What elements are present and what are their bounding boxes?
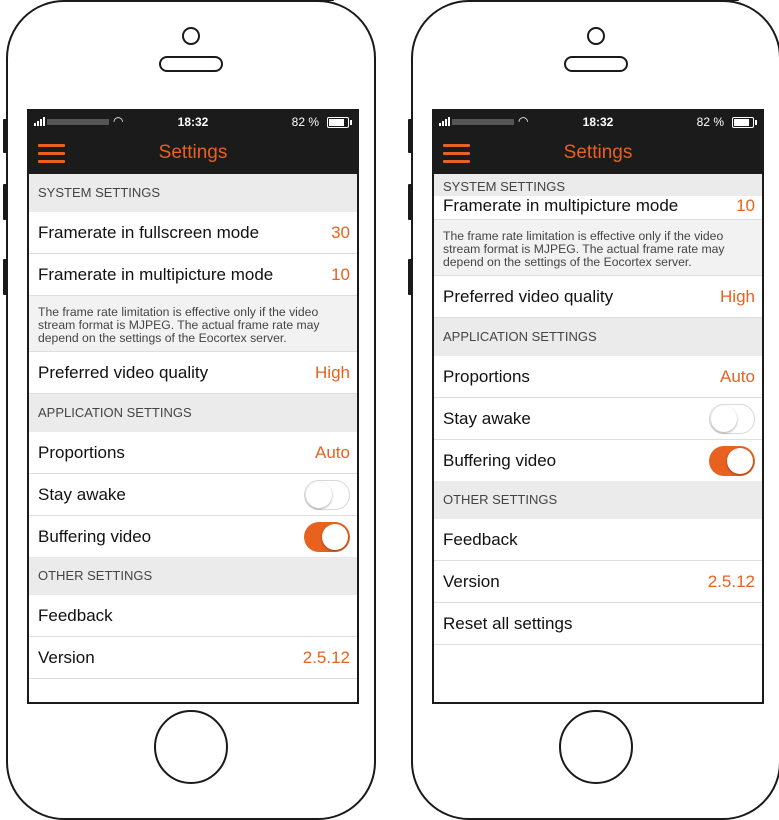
battery-percent: 82 %	[696, 115, 724, 129]
phone-frame-right: ◠ 18:32 82 % Settings SYSTEM SETTINGS Fr…	[408, 0, 779, 820]
section-header-system: SYSTEM SETTINGS	[29, 174, 357, 212]
power-button	[272, 0, 334, 1]
battery-icon	[732, 117, 757, 128]
setting-label: Framerate in multipicture mode	[443, 196, 679, 215]
setting-label: Version	[443, 571, 500, 591]
volume-down-button	[3, 259, 7, 295]
setting-label: Version	[38, 647, 95, 667]
setting-value: High	[315, 362, 350, 382]
buffering-video-toggle[interactable]	[304, 521, 350, 552]
setting-label: Proportions	[443, 366, 530, 386]
setting-buffering-video: Buffering video	[29, 516, 357, 557]
page-title: Settings	[158, 142, 228, 163]
setting-label: Preferred video quality	[443, 286, 614, 306]
section-header-application: APPLICATION SETTINGS	[29, 394, 357, 432]
mute-switch	[408, 119, 412, 153]
setting-framerate-multipicture[interactable]: Framerate in multipicture mode 10	[434, 196, 762, 220]
setting-reset-all[interactable]: Reset all settings	[434, 603, 762, 645]
earpiece-speaker	[564, 56, 628, 72]
setting-value: 10	[331, 264, 350, 284]
setting-label: Feedback	[443, 529, 518, 549]
setting-video-quality[interactable]: Preferred video quality High	[29, 352, 357, 394]
section-header-other: OTHER SETTINGS	[434, 481, 762, 519]
setting-version: Version 2.5.12	[434, 561, 762, 603]
setting-value: 10	[736, 196, 755, 215]
setting-framerate-fullscreen[interactable]: Framerate in fullscreen mode 30	[29, 212, 357, 254]
setting-value: 2.5.12	[302, 647, 350, 667]
power-button	[677, 0, 739, 1]
section-header-application: APPLICATION SETTINGS	[434, 318, 762, 356]
setting-buffering-video: Buffering video	[434, 440, 762, 481]
nav-bar: Settings	[434, 133, 762, 174]
home-button[interactable]	[559, 710, 633, 784]
setting-label: Stay awake	[443, 408, 531, 428]
setting-label: Feedback	[38, 605, 113, 625]
setting-label: Buffering video	[38, 526, 152, 546]
front-camera	[182, 27, 200, 45]
nav-bar: Settings	[29, 133, 357, 174]
setting-stay-awake: Stay awake	[434, 398, 762, 440]
setting-value: Auto	[315, 442, 350, 462]
app-screen: ◠ 18:32 82 % Settings SYSTEM SETTINGS Fr…	[27, 109, 359, 704]
volume-up-button	[3, 184, 7, 220]
section-header-other: OTHER SETTINGS	[29, 557, 357, 595]
volume-up-button	[408, 184, 412, 220]
setting-label: Framerate in multipicture mode	[38, 264, 274, 284]
setting-value: High	[720, 286, 755, 306]
status-bar: ◠ 18:32 82 %	[29, 111, 357, 133]
battery-percent: 82 %	[291, 115, 319, 129]
app-screen: ◠ 18:32 82 % Settings SYSTEM SETTINGS Fr…	[432, 109, 764, 704]
setting-label: Framerate in fullscreen mode	[38, 222, 260, 242]
setting-label: Preferred video quality	[38, 362, 209, 382]
setting-feedback[interactable]: Feedback	[29, 595, 357, 637]
setting-label: Proportions	[38, 442, 125, 462]
setting-value: 2.5.12	[707, 571, 755, 591]
front-camera	[587, 27, 605, 45]
setting-feedback[interactable]: Feedback	[434, 519, 762, 561]
setting-value: Auto	[720, 366, 755, 386]
setting-version: Version 2.5.12	[29, 637, 357, 679]
buffering-video-toggle[interactable]	[709, 445, 755, 476]
setting-label: Reset all settings	[443, 613, 573, 633]
setting-stay-awake: Stay awake	[29, 474, 357, 516]
stay-awake-toggle[interactable]	[709, 403, 755, 434]
volume-down-button	[408, 259, 412, 295]
page-title: Settings	[563, 142, 633, 163]
setting-proportions[interactable]: Proportions Auto	[29, 432, 357, 474]
earpiece-speaker	[159, 56, 223, 72]
setting-label: Buffering video	[443, 450, 557, 470]
setting-framerate-multipicture[interactable]: Framerate in multipicture mode 10	[29, 254, 357, 296]
setting-video-quality[interactable]: Preferred video quality High	[434, 276, 762, 318]
phone-frame-left: ◠ 18:32 82 % Settings SYSTEM SETTINGS Fr…	[3, 0, 376, 820]
setting-proportions[interactable]: Proportions Auto	[434, 356, 762, 398]
setting-value: 30	[331, 222, 350, 242]
framerate-note: The frame rate limitation is effective o…	[434, 220, 762, 276]
setting-label: Stay awake	[38, 484, 126, 504]
mute-switch	[3, 119, 7, 153]
battery-icon	[327, 117, 352, 128]
status-bar: ◠ 18:32 82 %	[434, 111, 762, 133]
section-header-system: SYSTEM SETTINGS	[434, 174, 762, 196]
framerate-note: The frame rate limitation is effective o…	[29, 296, 357, 352]
stay-awake-toggle[interactable]	[304, 479, 350, 510]
home-button[interactable]	[154, 710, 228, 784]
